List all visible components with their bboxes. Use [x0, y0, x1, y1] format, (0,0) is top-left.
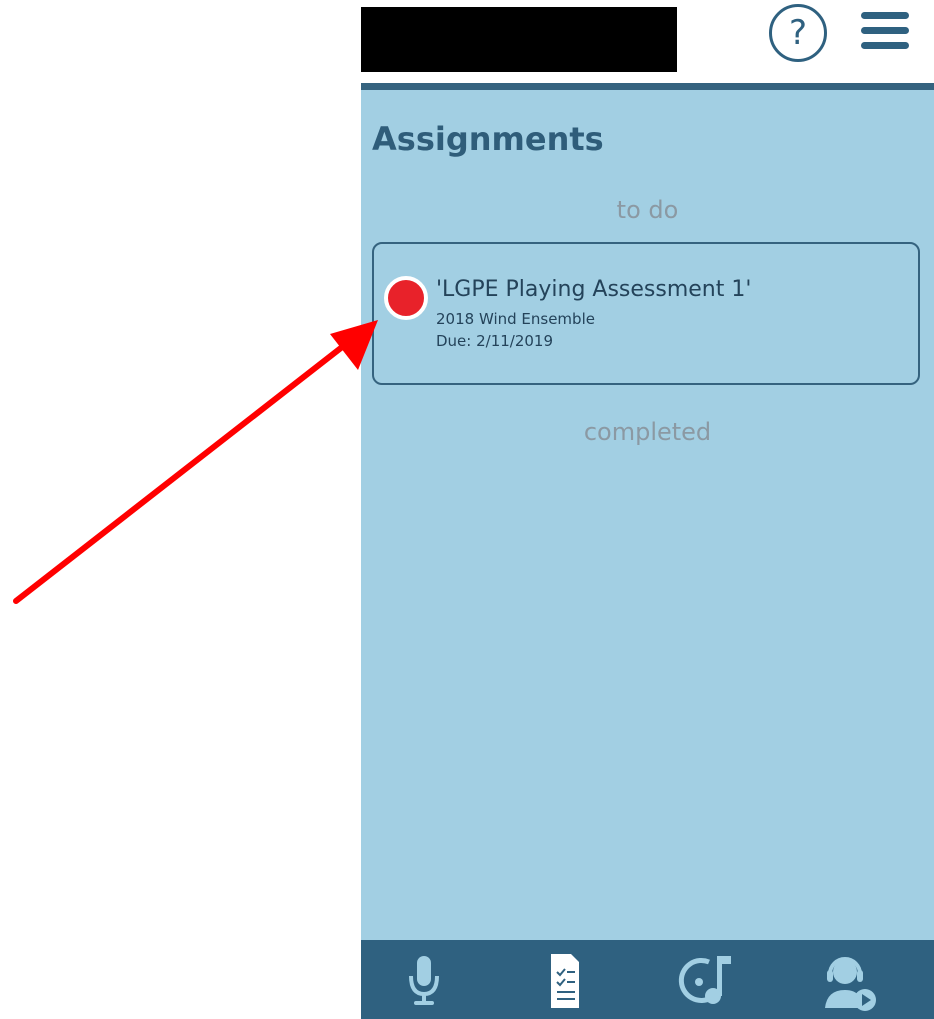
assignment-group: 2018 Wind Ensemble	[436, 310, 595, 328]
hamburger-menu-icon[interactable]	[861, 12, 909, 50]
nav-record-button[interactable]	[389, 948, 459, 1014]
redacted-logo	[361, 7, 677, 72]
music-record-icon	[678, 956, 731, 1004]
support-agent-icon	[825, 957, 876, 1011]
section-label-completed: completed	[583, 418, 712, 446]
record-status-icon[interactable]	[384, 276, 428, 320]
header: ?	[361, 0, 934, 83]
microphone-icon	[409, 956, 439, 1005]
help-button[interactable]: ?	[769, 4, 827, 62]
assignment-list-icon	[551, 954, 579, 1008]
help-circle-icon: ?	[788, 13, 808, 53]
app-screen: ? Assignments to do 'LGPE Playing Assess…	[361, 0, 934, 1019]
section-label-to-do: to do	[616, 196, 679, 224]
page-title: Assignments	[372, 120, 604, 158]
nav-support-button[interactable]	[813, 948, 883, 1014]
header-divider	[361, 83, 934, 90]
assignment-title: 'LGPE Playing Assessment 1'	[436, 277, 752, 302]
bottom-nav	[361, 940, 934, 1019]
nav-assignments-button[interactable]	[529, 948, 599, 1014]
assignment-card[interactable]: 'LGPE Playing Assessment 1' 2018 Wind En…	[372, 242, 920, 385]
assignment-due-date: Due: 2/11/2019	[436, 332, 554, 350]
nav-music-button[interactable]	[671, 948, 741, 1014]
